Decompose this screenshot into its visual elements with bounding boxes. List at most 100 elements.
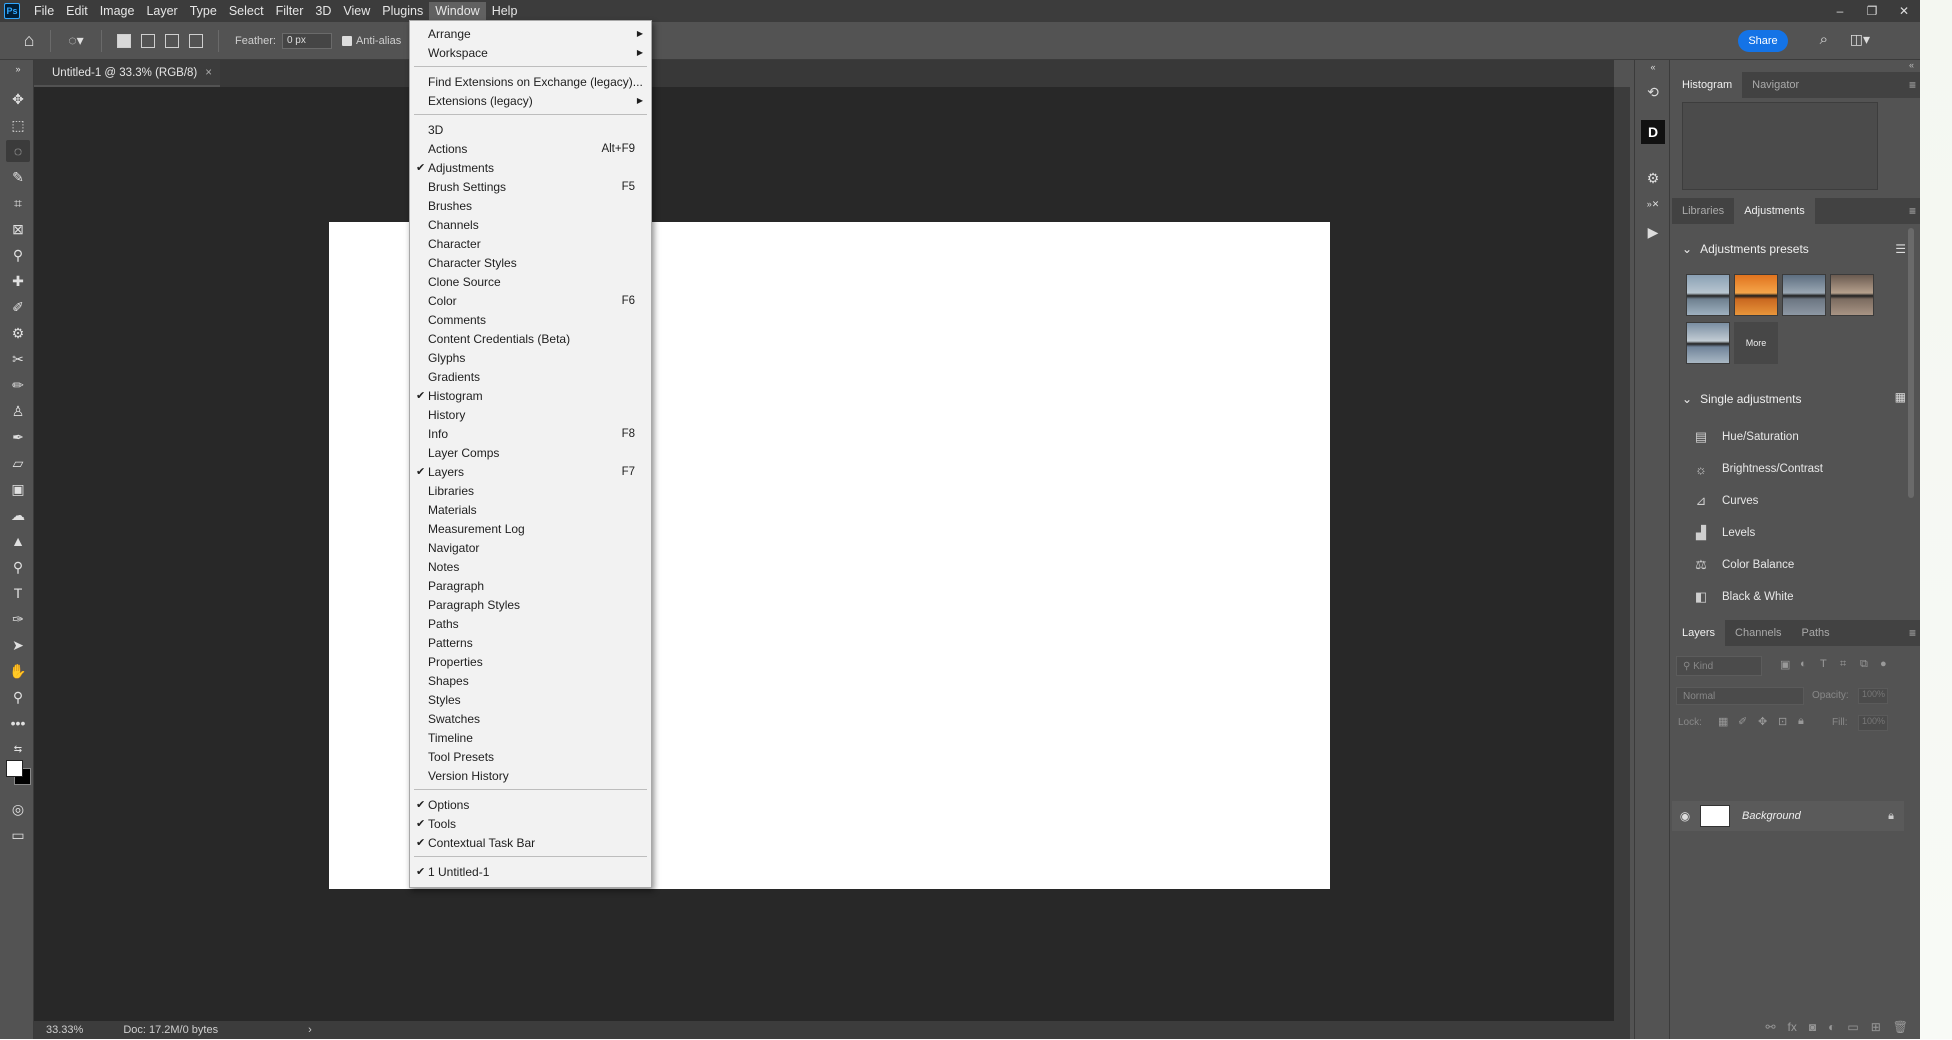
window-menu-item[interactable]: Properties: [410, 652, 651, 671]
filter-pixel-icon[interactable]: ▣: [1780, 658, 1790, 671]
layer-name[interactable]: Background: [1742, 810, 1801, 822]
window-menu-item[interactable]: Paragraph: [410, 576, 651, 595]
brush-tool-icon[interactable]: ✐: [6, 296, 30, 318]
window-menu-item[interactable]: Brush Settings F5: [410, 177, 651, 196]
dodge-tool-icon[interactable]: ⚲: [6, 556, 30, 578]
healing-brush-tool-icon[interactable]: ✚: [6, 270, 30, 292]
window-menu-item[interactable]: ✔ Tools: [410, 814, 651, 833]
new-layer-icon[interactable]: ⊞: [1871, 1020, 1881, 1040]
subtract-selection-icon[interactable]: [165, 33, 179, 48]
window-menu-item[interactable]: Info F8: [410, 424, 651, 443]
window-menu-item[interactable]: 3D: [410, 120, 651, 139]
intersect-selection-icon[interactable]: [189, 33, 203, 48]
window-menu-item[interactable]: Materials: [410, 500, 651, 519]
collapse-icons-icon[interactable]: «: [1641, 62, 1665, 72]
path-selection-tool-icon[interactable]: ➤: [6, 634, 30, 656]
hand-tool-icon[interactable]: ✋: [6, 660, 30, 682]
menu-file[interactable]: File: [28, 2, 60, 20]
frame-tool-icon[interactable]: ⊠: [6, 218, 30, 240]
window-menu-item[interactable]: Layer Comps: [410, 443, 651, 462]
filter-adjustment-icon[interactable]: ◐: [1800, 658, 1807, 670]
vertical-scrollbar[interactable]: [1614, 87, 1630, 1039]
menu-select[interactable]: Select: [223, 2, 270, 20]
search-icon[interactable]: ⌕: [1820, 31, 1828, 48]
zoom-tool-icon[interactable]: ⚲: [6, 686, 30, 708]
foreground-color-swatch[interactable]: [6, 760, 23, 777]
tab-navigator[interactable]: Navigator: [1742, 72, 1809, 98]
window-menu-item[interactable]: Glyphs: [410, 348, 651, 367]
share-button[interactable]: Share: [1738, 30, 1788, 52]
expand-panel-icon[interactable]: »✕: [1641, 198, 1665, 210]
window-menu-item[interactable]: Libraries: [410, 481, 651, 500]
panel-menu-icon[interactable]: ≡: [1909, 78, 1916, 92]
filter-type-icon[interactable]: T: [1820, 658, 1827, 670]
menu-window[interactable]: Window: [429, 2, 486, 20]
fill-input[interactable]: 100%: [1858, 715, 1888, 731]
object-selection-tool-icon[interactable]: ✎: [6, 166, 30, 188]
new-group-icon[interactable]: ▭: [1847, 1020, 1858, 1040]
menu-image[interactable]: Image: [94, 2, 141, 20]
window-menu-item[interactable]: ✔ 1 Untitled-1: [410, 862, 651, 881]
move-tool-icon[interactable]: ✥: [6, 88, 30, 110]
window-menu-item[interactable]: Character Styles: [410, 253, 651, 272]
adjustments-presets-header[interactable]: ⌄ Adjustments presets: [1682, 242, 1809, 256]
eyedropper-tool-icon[interactable]: ⚲: [6, 244, 30, 266]
window-menu-item[interactable]: Styles: [410, 690, 651, 709]
mixer-brush-tool-icon[interactable]: ✏: [6, 374, 30, 396]
clone-stamp-tool-icon[interactable]: ⚙: [6, 322, 30, 344]
window-menu-item[interactable]: ✔ Histogram: [410, 386, 651, 405]
window-menu-item[interactable]: ✔ Layers F7: [410, 462, 651, 481]
layer-style-icon[interactable]: fx: [1788, 1020, 1797, 1040]
lock-transparent-icon[interactable]: ▦: [1718, 715, 1728, 728]
eraser-tool-icon[interactable]: ▱: [6, 452, 30, 474]
window-menu-item[interactable]: Gradients: [410, 367, 651, 386]
adjustment-curves[interactable]: ⊿ Curves: [1692, 490, 1759, 512]
close-window-button[interactable]: ✕: [1888, 0, 1920, 22]
zoom-level[interactable]: 33.33%: [46, 1024, 83, 1036]
lock-icon[interactable]: 🔒︎: [1888, 810, 1894, 823]
window-menu-item[interactable]: Measurement Log: [410, 519, 651, 538]
collapse-panels-icon[interactable]: «: [1672, 60, 1920, 72]
gradient-tool-icon[interactable]: ▣: [6, 478, 30, 500]
menu-3d[interactable]: 3D: [309, 2, 337, 20]
content-credentials-icon[interactable]: D: [1641, 120, 1665, 144]
smudge-tool-icon[interactable]: ☁: [6, 504, 30, 526]
single-adjustments-header[interactable]: ⌄ Single adjustments: [1682, 392, 1801, 406]
document-tab[interactable]: Untitled-1 @ 33.3% (RGB/8) ×: [34, 60, 220, 87]
lasso-tool-icon[interactable]: ◌: [6, 140, 30, 162]
link-layers-icon[interactable]: ⚯: [1765, 1020, 1775, 1040]
window-menu-item[interactable]: Comments: [410, 310, 651, 329]
window-menu-item[interactable]: Character: [410, 234, 651, 253]
restore-button[interactable]: ❐: [1856, 0, 1888, 22]
filter-toggle-icon[interactable]: ●: [1880, 658, 1887, 670]
window-menu-item[interactable]: Paths: [410, 614, 651, 633]
delete-layer-icon[interactable]: 🗑︎: [1893, 1020, 1908, 1040]
adjustment-color-balance[interactable]: ⚖ Color Balance: [1692, 554, 1794, 576]
more-tools-icon[interactable]: •••: [6, 712, 30, 734]
status-menu-icon[interactable]: ›: [308, 1024, 312, 1036]
new-selection-icon[interactable]: [117, 33, 131, 48]
eye-icon[interactable]: ◉: [1672, 809, 1698, 823]
workspace-switcher-icon[interactable]: ◫▾: [1850, 31, 1870, 48]
add-selection-icon[interactable]: [141, 33, 155, 48]
close-tab-icon[interactable]: ×: [205, 67, 212, 79]
pen-tool-icon[interactable]: ✑: [6, 608, 30, 630]
lock-all-icon[interactable]: 🔒︎: [1798, 715, 1804, 728]
filter-smart-object-icon[interactable]: ⧉: [1860, 658, 1868, 671]
adjustment-brightness-contrast[interactable]: ☼ Brightness/Contrast: [1692, 458, 1823, 480]
window-menu-item[interactable]: Workspace ▶: [410, 43, 651, 62]
panel-menu-icon[interactable]: ≡: [1909, 626, 1916, 640]
menu-filter[interactable]: Filter: [270, 2, 310, 20]
grid-view-icon[interactable]: ▦: [1895, 390, 1906, 404]
presets-more-button[interactable]: More: [1734, 322, 1778, 364]
window-menu-item[interactable]: Shapes: [410, 671, 651, 690]
quick-mask-icon[interactable]: ◎: [6, 798, 30, 820]
window-menu-item[interactable]: Extensions (legacy) ▶: [410, 91, 651, 110]
preset-thumbnail[interactable]: [1686, 322, 1730, 364]
panel-menu-icon[interactable]: ≡: [1909, 204, 1916, 218]
window-menu-item[interactable]: Notes: [410, 557, 651, 576]
window-menu-item[interactable]: Channels: [410, 215, 651, 234]
menu-help[interactable]: Help: [486, 2, 524, 20]
window-menu-item[interactable]: Navigator: [410, 538, 651, 557]
preset-thumbnail[interactable]: [1686, 274, 1730, 316]
